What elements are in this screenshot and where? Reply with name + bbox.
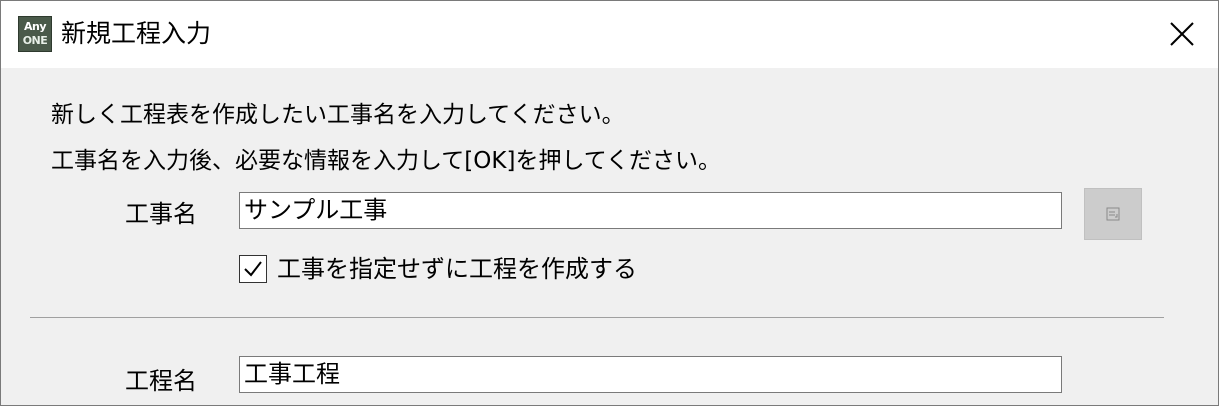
process-name-label: 工程名 xyxy=(125,367,197,395)
no-construction-checkbox[interactable] xyxy=(239,255,267,283)
window-title: 新規工程入力 xyxy=(61,19,212,48)
app-logo-icon: Any ONE xyxy=(18,16,52,52)
construction-name-input[interactable]: サンプル工事 xyxy=(239,192,1062,229)
no-construction-option[interactable]: 工事を指定せずに工程を作成する xyxy=(239,252,637,286)
select-construction-button[interactable] xyxy=(1084,188,1142,240)
instruction-line-2: 工事名を入力後、必要な情報を入力して[OK]を押してください。 xyxy=(51,148,722,174)
new-process-dialog: Any ONE 新規工程入力 新しく工程表を作成したい工事名を入力してください。… xyxy=(0,0,1219,406)
title-bar: Any ONE 新規工程入力 xyxy=(1,1,1218,68)
check-icon xyxy=(244,261,262,277)
no-construction-checkbox-label: 工事を指定せずに工程を作成する xyxy=(277,255,637,283)
close-icon xyxy=(1170,22,1194,46)
select-list-icon xyxy=(1106,207,1120,221)
app-logo-text-top: Any xyxy=(23,20,47,33)
section-divider xyxy=(30,317,1164,318)
instruction-line-1: 新しく工程表を作成したい工事名を入力してください。 xyxy=(51,102,625,128)
construction-name-label: 工事名 xyxy=(125,200,197,228)
app-logo-text-bottom: ONE xyxy=(22,34,48,47)
process-name-input[interactable]: 工事工程 xyxy=(239,356,1062,393)
close-button[interactable] xyxy=(1156,12,1208,56)
dialog-body: 新しく工程表を作成したい工事名を入力してください。 工事名を入力後、必要な情報を… xyxy=(1,68,1218,405)
